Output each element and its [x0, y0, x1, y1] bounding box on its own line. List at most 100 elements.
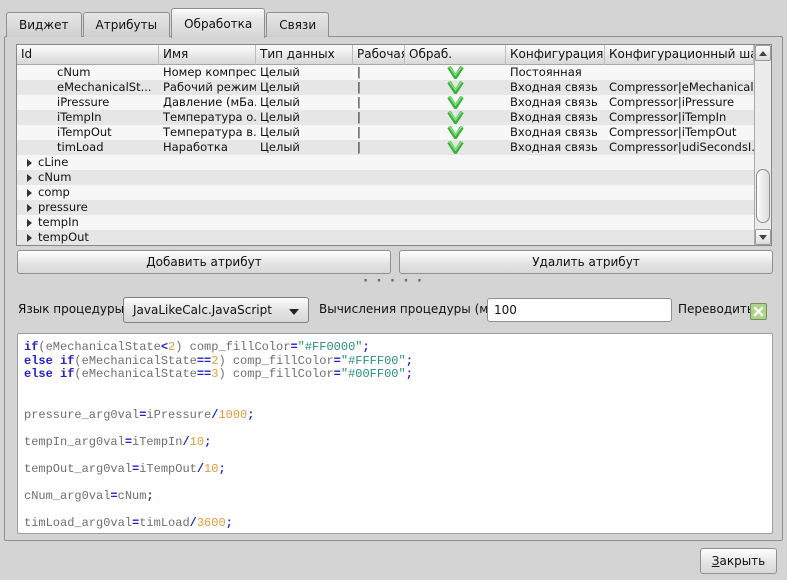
processed-check-icon [447, 126, 464, 139]
procedure-code-editor[interactable]: if(eMechanicalState<2) comp_fillColor="#… [17, 333, 773, 534]
processed-cell [405, 95, 506, 110]
close-button[interactable]: Закрыть [700, 548, 777, 574]
scroll-down-button[interactable] [755, 229, 771, 245]
tab-pane-processing: IdИмяТип данныхРабочаяОбраб.Конфигурация… [4, 36, 783, 541]
config-cell: Входная связь [506, 95, 605, 110]
tree-group-label: tempIn [32, 215, 79, 230]
attributes-table-body: cNumНомер компрес...Целый|ПостояннаяeMec… [17, 65, 754, 245]
table-cell: | [353, 80, 405, 95]
processed-cell [405, 65, 506, 80]
translate-checkbox[interactable] [750, 303, 767, 320]
code-line: pressure_arg0val=iPressure/1000; [24, 409, 766, 423]
code-line: if(eMechanicalState<2) comp_fillColor="#… [24, 341, 766, 355]
tree-group-label: comp [32, 185, 70, 200]
tab-Атрибуты[interactable]: Атрибуты [83, 12, 171, 37]
table-cell: Целый [256, 110, 353, 125]
remove-attribute-button[interactable]: Удалить атрибут [399, 250, 773, 274]
column-header[interactable]: Конфигурационный шаблон [605, 45, 754, 65]
code-line [24, 395, 766, 409]
tree-group-row[interactable]: pressure [17, 200, 754, 215]
scrollbar-thumb[interactable] [756, 169, 770, 223]
tab-bar: ВиджетАтрибутыОбработкаСвязи [6, 7, 330, 37]
tree-group-label: tempOut [32, 230, 89, 245]
calc-period-input[interactable] [487, 298, 672, 322]
code-line [24, 449, 766, 463]
tree-group-row[interactable]: cNum [17, 170, 754, 185]
processed-check-icon [447, 141, 464, 154]
processed-check-icon [447, 111, 464, 124]
template-cell [605, 65, 754, 80]
table-cell: cNum [17, 65, 159, 80]
processed-check-icon [447, 81, 464, 94]
vertical-scrollbar[interactable] [754, 45, 771, 245]
code-line [24, 382, 766, 396]
table-cell: Температура о... [159, 110, 256, 125]
template-cell: Compressor|udiSecondsI... [605, 140, 754, 155]
code-line [24, 422, 766, 436]
table-cell: | [353, 110, 405, 125]
tree-group-row[interactable]: tempOut [17, 230, 754, 245]
calc-period-label: Вычисления процедуры (мс): [319, 302, 504, 316]
tab-Обработка[interactable]: Обработка [171, 8, 265, 38]
table-cell: Целый [256, 80, 353, 95]
code-line [24, 476, 766, 490]
table-cell: eMechanicalSt... [17, 80, 159, 95]
column-header[interactable]: Конфигурация [506, 45, 605, 65]
column-header[interactable]: Id [17, 45, 159, 65]
table-cell: Целый [256, 95, 353, 110]
table-cell: Целый [256, 140, 353, 155]
config-cell: Постоянная [506, 65, 605, 80]
table-cell: iTempIn [17, 110, 159, 125]
tree-group-label: cNum [32, 170, 71, 185]
table-cell: | [353, 95, 405, 110]
attributes-table: IdИмяТип данныхРабочаяОбраб.Конфигурация… [16, 44, 772, 246]
processed-cell [405, 140, 506, 155]
config-cell: Входная связь [506, 110, 605, 125]
tab-Виджет[interactable]: Виджет [6, 12, 82, 37]
table-cell: Температура в... [159, 125, 256, 140]
attributes-table-header: IdИмяТип данныхРабочаяОбраб.Конфигурация… [17, 45, 771, 65]
translate-label: Переводить: [678, 302, 758, 316]
procedure-language-select[interactable]: JavaLikeCalc.JavaScript [123, 297, 309, 323]
template-cell: Compressor|iPressure [605, 95, 754, 110]
tree-group-label: cLine [32, 155, 68, 170]
tab-Связи[interactable]: Связи [266, 12, 329, 37]
code-line [24, 503, 766, 517]
arrow-down-icon [759, 235, 767, 240]
table-row[interactable]: iTempOutТемпература в...Целый|Входная св… [17, 125, 754, 140]
procedure-language-value: JavaLikeCalc.JavaScript [133, 303, 272, 317]
processed-check-icon [447, 66, 464, 79]
table-row[interactable]: iPressureДавление (мБа...Целый|Входная с… [17, 95, 754, 110]
column-header[interactable]: Имя [159, 45, 256, 65]
column-header[interactable]: Тип данных [256, 45, 353, 65]
table-row[interactable]: timLoadНаработкаЦелый|Входная связьCompr… [17, 140, 754, 155]
table-row[interactable]: cNumНомер компрес...Целый|Постоянная [17, 65, 754, 80]
table-cell: iTempOut [17, 125, 159, 140]
column-header[interactable]: Обраб. [405, 45, 506, 65]
code-line: cNum_arg0val=cNum; [24, 490, 766, 504]
code-line: tempOut_arg0val=iTempOut/10; [24, 463, 766, 477]
tree-group-row[interactable]: cLine [17, 155, 754, 170]
table-cell: Номер компрес... [159, 65, 256, 80]
table-cell: | [353, 140, 405, 155]
table-cell: Наработка [159, 140, 256, 155]
close-button-label: акрыть [719, 554, 765, 568]
code-line: else if(eMechanicalState==2) comp_fillCo… [24, 355, 766, 369]
table-row[interactable]: eMechanicalSt...Рабочий режимЦелый|Входн… [17, 80, 754, 95]
table-row[interactable]: iTempInТемпература о...Целый| Входная свя… [17, 110, 754, 125]
table-cell: | [353, 65, 405, 80]
tree-group-row[interactable]: comp [17, 185, 754, 200]
config-cell: Входная связь [506, 125, 605, 140]
arrow-up-icon [759, 51, 767, 56]
code-line: tempIn_arg0val=iTempIn/10; [24, 436, 766, 450]
add-attribute-button[interactable]: Добавить атрибут [17, 250, 391, 274]
table-cell: Давление (мБа... [159, 95, 256, 110]
chevron-down-icon [289, 309, 299, 315]
scroll-up-button[interactable] [755, 45, 771, 61]
tree-group-row[interactable]: tempIn [17, 215, 754, 230]
column-header[interactable]: Рабочая [353, 45, 405, 65]
splitter-handle[interactable]: · · · · · [5, 277, 782, 287]
processed-cell [405, 125, 506, 140]
config-cell: Входная связь [506, 80, 605, 95]
tree-group-label: pressure [32, 200, 88, 215]
